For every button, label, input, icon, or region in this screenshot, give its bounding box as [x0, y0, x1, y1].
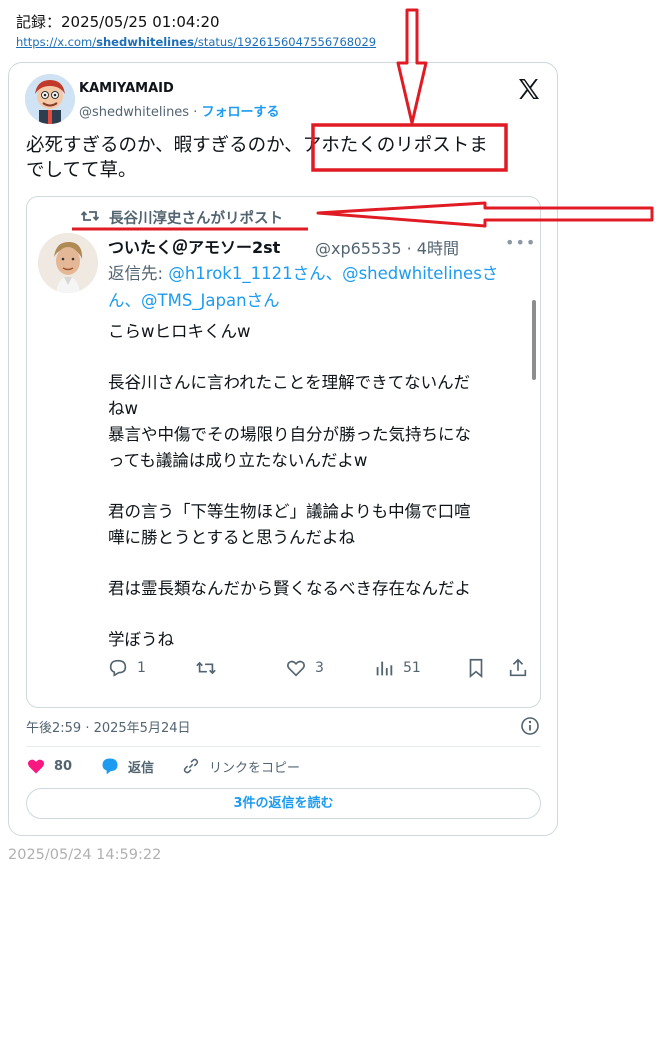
read-replies-button[interactable]: 3件の返信を読む [26, 788, 541, 819]
quoted-text-line: 長谷川さんに言われたことを理解できてないんだ [108, 373, 471, 392]
copy-link-label: リンクをコピー [209, 760, 301, 776]
bookmark-action[interactable] [465, 657, 495, 679]
author-handle[interactable]: @shedwhitelines [79, 105, 189, 120]
repost-icon [196, 661, 216, 675]
heart-filled-icon [27, 759, 45, 774]
copy-link-button[interactable]: リンクをコピー [181, 756, 300, 776]
author-handle-line: @shedwhitelines · フォローする [79, 101, 280, 120]
share-action[interactable] [507, 657, 537, 679]
tweet-timestamp[interactable]: 午後2:59 · 2025年5月24日 [26, 717, 191, 736]
quoted-text: こらwヒロキくんw 長谷川さんに言われたことを理解できてないんだ ねw 暴言や中… [108, 319, 523, 653]
handle-separator: · [193, 105, 198, 120]
quoted-text-line: こらwヒロキくんw [108, 322, 251, 341]
capture-time: 2025/05/24 14:59:22 [8, 847, 162, 863]
mention-suffix: ん、 [108, 291, 141, 310]
tweet-text-line2: でしてて草。 [26, 160, 137, 181]
divider [26, 746, 541, 747]
url-prefix: https://x.com/ [16, 35, 97, 49]
reply-label: 返信 [128, 760, 155, 776]
repost-action[interactable] [195, 657, 225, 679]
reply-icon [109, 659, 127, 677]
scrollbar-thumb[interactable] [532, 300, 536, 380]
link-icon [183, 758, 199, 774]
mention-link[interactable]: @h1rok1_1121 [168, 264, 292, 283]
quoted-avatar[interactable] [38, 233, 98, 293]
reply-action[interactable]: 1 [107, 657, 146, 679]
info-icon[interactable] [520, 716, 540, 736]
tweet-text: 必死すぎるのか、暇すぎるのか、アホたくのリポストま でしてて草。 [26, 133, 536, 183]
reply-button[interactable]: 返信 [100, 756, 154, 776]
quoted-text-line: 君は霊長類なんだから賢くなるべき存在なんだよ [108, 579, 471, 598]
x-logo-icon[interactable] [517, 77, 541, 101]
quoted-handle-time[interactable]: @xp65535 · 4時間 [315, 235, 459, 259]
reposted-by-label[interactable]: 長谷川淳史さんがリポスト [109, 207, 283, 228]
reply-to-prefix: 返信先: [108, 264, 169, 283]
quoted-text-line: ねw [108, 399, 138, 418]
mention-link[interactable]: @TMS_Japan [141, 291, 247, 310]
heart-icon [287, 660, 305, 677]
author-avatar[interactable] [25, 74, 75, 124]
tweet-url-link[interactable]: https://x.com/shedwhitelines/status/1926… [16, 35, 376, 49]
url-suffix: /status/1926156047556768029 [193, 35, 377, 49]
quoted-author-name[interactable]: ついたく＠アモソー2st [108, 234, 280, 258]
quoted-text-line: 嘩に勝とうとすると思うんだよね [108, 528, 356, 547]
repost-small-icon [81, 210, 99, 222]
reply-count: 1 [137, 660, 146, 676]
tweet-card: KAMIYAMAID @shedwhitelines · フォローする 必死すぎ… [8, 62, 558, 836]
bookmark-icon [469, 658, 483, 679]
views-count: 51 [403, 660, 421, 676]
quoted-action-bar: 1 3 51 [107, 657, 527, 681]
quoted-text-line: 君の言う「下等生物ほど」議論よりも中傷で口喧 [108, 502, 471, 521]
like-action[interactable]: 3 [285, 657, 324, 679]
record-timestamp: 記録：2025/05/25 01:04:20 [16, 13, 220, 31]
quoted-tweet[interactable]: 長谷川淳史さんがリポスト ついたく＠アモソー2st @xp65535 · 4時間… [26, 196, 541, 708]
like-count: 80 [54, 758, 73, 774]
share-icon [509, 658, 527, 677]
engagement-bar: 80 返信 リンクをコピー [26, 756, 541, 780]
tweet-text-line1: 必死すぎるのか、暇すぎるのか、アホたくのリポストま [26, 135, 488, 156]
views-action[interactable]: 51 [373, 657, 421, 679]
mention-link[interactable]: @shedwhitelines [342, 264, 482, 283]
quoted-text-line: っても議論は成り立たないんだよw [108, 451, 368, 470]
author-avatar-image [25, 74, 75, 124]
reply-bubble-icon [102, 758, 118, 775]
reply-to: 返信先: @h1rok1_1121さん、@shedwhitelinesさ ん、@… [108, 260, 538, 314]
views-icon [376, 661, 393, 676]
mention-suffix: さん [246, 291, 280, 310]
quoted-text-line: 学ぼうね [108, 630, 174, 649]
mention-suffix: さ [481, 264, 499, 283]
mention-suffix: さん、 [292, 264, 343, 283]
like-count: 3 [315, 660, 324, 676]
like-button[interactable]: 80 [26, 756, 72, 776]
url-user: shedwhitelines [96, 35, 194, 49]
quoted-avatar-image [38, 233, 98, 293]
more-options-icon[interactable]: ••• [505, 233, 536, 252]
author-name[interactable]: KAMIYAMAID [79, 81, 174, 96]
follow-button[interactable]: フォローする [202, 105, 280, 120]
quoted-text-line: 暴言や中傷でその場限り自分が勝った気持ちにな [108, 425, 471, 444]
